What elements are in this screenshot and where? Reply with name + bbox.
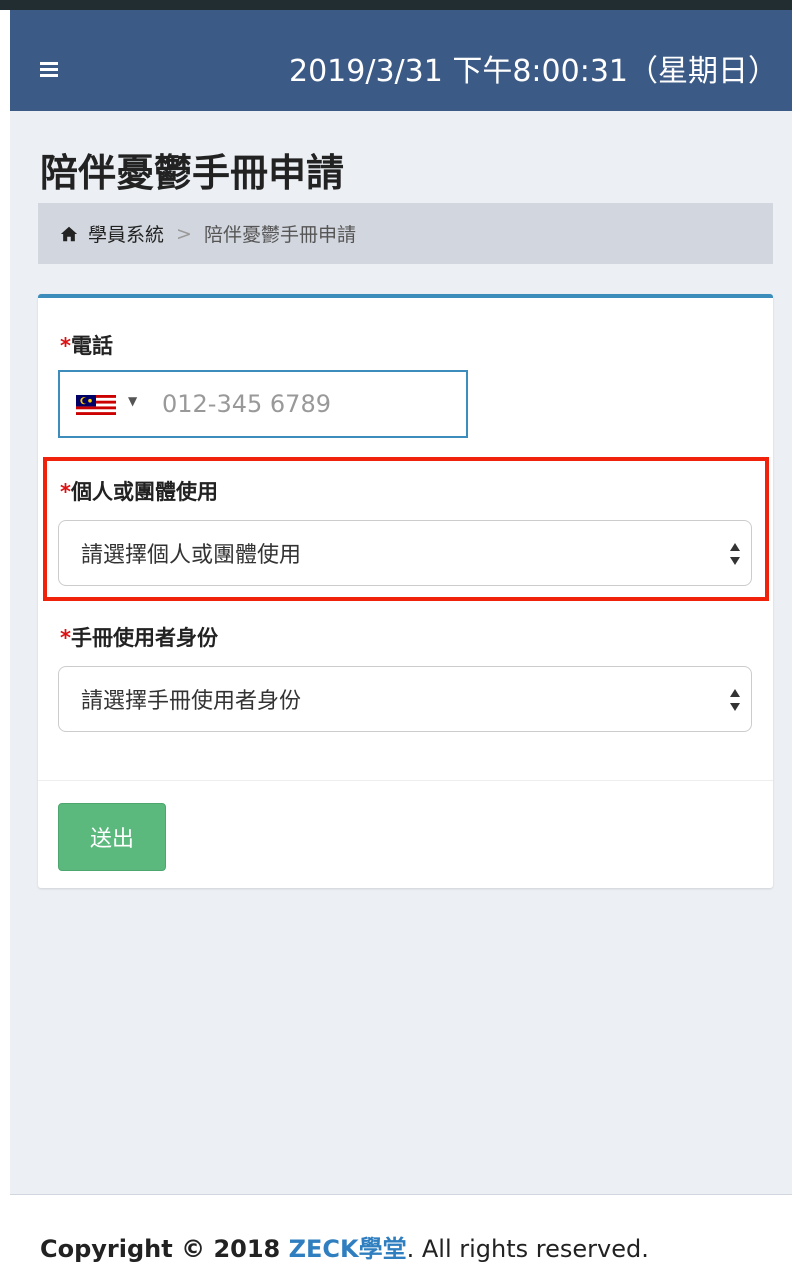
usage-type-selected-value: 請選擇個人或團體使用 [81,543,302,568]
country-dropdown-arrow-icon[interactable]: ▼ [128,394,137,408]
brand-link[interactable]: ZECK學堂 [289,1235,407,1263]
submit-button[interactable]: 送出 [58,803,166,871]
form-divider [38,780,773,781]
page-title: 陪伴憂鬱手冊申請 [40,151,345,195]
copyright-suffix: . All rights reserved. [406,1235,649,1263]
breadcrumb: 學員系統 > 陪伴憂鬱手冊申請 [38,203,773,264]
required-mark: * [60,480,71,504]
breadcrumb-home-link[interactable]: 學員系統 [88,220,164,247]
phone-input[interactable] [162,386,452,422]
usage-type-select[interactable]: 請選擇個人或團體使用 [58,520,752,586]
copyright-text: Copyright © 2018 ZECK學堂. All rights rese… [40,1229,649,1264]
footer: Copyright © 2018 ZECK學堂. All rights rese… [10,1194,792,1288]
select-arrows-icon [730,543,740,565]
breadcrumb-current: 陪伴憂鬱手冊申請 [203,224,356,246]
breadcrumb-separator: > [176,222,192,245]
required-mark: * [60,334,71,358]
left-edge [0,10,10,1288]
application-form-card: *電話 ▼ *個人或團體使用 請選擇個人或團體使用 *手冊使用者身份 請選擇手冊… [38,294,773,888]
hamburger-menu-icon[interactable] [40,62,58,78]
select-arrows-icon [730,689,740,711]
phone-label: *電話 [60,330,113,360]
usage-type-label-text: 個人或團體使用 [70,480,218,504]
malaysia-flag-icon[interactable] [76,395,116,415]
required-mark: * [60,626,71,650]
app-header: 2019/3/31 下午8:00:31（星期日） [10,10,792,111]
usage-type-label: *個人或團體使用 [60,476,218,506]
top-strip [0,0,792,10]
copyright-prefix: Copyright © 2018 [40,1235,289,1263]
phone-field: ▼ [58,370,468,438]
user-identity-select[interactable]: 請選擇手冊使用者身份 [58,666,752,732]
user-identity-label: *手冊使用者身份 [60,622,218,652]
user-identity-selected-value: 請選擇手冊使用者身份 [81,689,302,714]
home-icon[interactable] [60,225,78,243]
user-identity-label-text: 手冊使用者身份 [70,626,218,650]
phone-label-text: 電話 [70,334,113,358]
header-datetime: 2019/3/31 下午8:00:31（星期日） [288,54,778,89]
